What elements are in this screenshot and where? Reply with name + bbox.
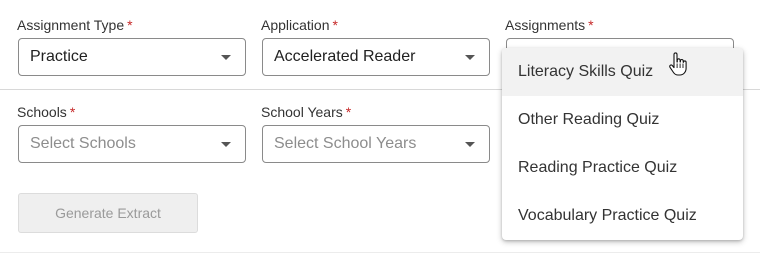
chevron-down-icon xyxy=(465,142,475,147)
menu-item-literacy-skills-quiz[interactable]: Literacy Skills Quiz xyxy=(502,48,743,96)
school-years-label: School Years * xyxy=(261,104,352,120)
hand-pointer-icon xyxy=(669,52,687,76)
generate-extract-button[interactable]: Generate Extract xyxy=(18,193,198,233)
schools-label: Schools * xyxy=(17,104,76,120)
assignment-type-select[interactable]: Practice xyxy=(18,38,246,76)
chevron-down-icon xyxy=(465,55,475,60)
bottom-divider xyxy=(0,252,760,253)
application-value: Accelerated Reader xyxy=(274,48,416,65)
application-label: Application * xyxy=(261,17,338,33)
menu-item-vocabulary-practice-quiz[interactable]: Vocabulary Practice Quiz xyxy=(502,192,743,240)
chevron-down-icon xyxy=(221,55,231,60)
school-years-placeholder: Select School Years xyxy=(274,135,417,152)
chevron-down-icon xyxy=(221,142,231,147)
assignment-type-label: Assignment Type * xyxy=(17,17,133,33)
assignment-type-value: Practice xyxy=(30,48,88,65)
school-years-select[interactable]: Select School Years xyxy=(262,125,490,163)
menu-item-reading-practice-quiz[interactable]: Reading Practice Quiz xyxy=(502,144,743,192)
application-select[interactable]: Accelerated Reader xyxy=(262,38,490,76)
schools-select[interactable]: Select Schools xyxy=(18,125,246,163)
menu-item-other-reading-quiz[interactable]: Other Reading Quiz xyxy=(502,96,743,144)
assignments-label: Assignments * xyxy=(505,17,594,33)
schools-placeholder: Select Schools xyxy=(30,135,136,152)
assignments-dropdown-menu: Literacy Skills Quiz Other Reading Quiz … xyxy=(502,48,743,240)
